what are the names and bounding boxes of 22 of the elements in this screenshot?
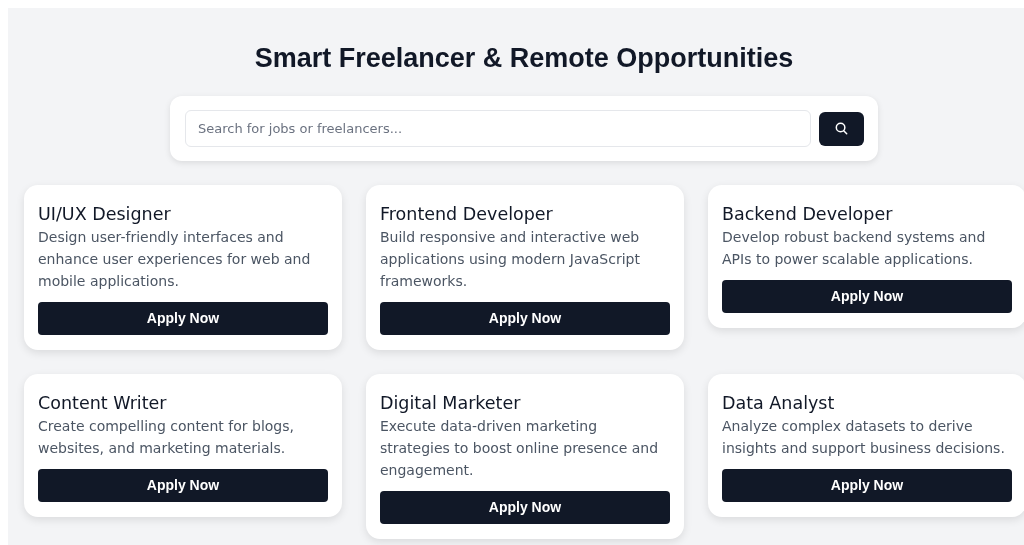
search-icon: [835, 122, 848, 135]
job-title: Content Writer: [38, 392, 168, 415]
job-title: UI/UX Designer: [38, 203, 172, 226]
job-description: Create compelling content for blogs, websites, and marketing materials.: [38, 417, 295, 458]
apply-button[interactable]: Apply Now: [38, 302, 328, 335]
apply-button[interactable]: Apply Now: [380, 491, 670, 524]
apply-button[interactable]: Apply Now: [722, 280, 1012, 313]
job-description: Design user-friendly interfaces and enhance user experiences for web and mobile applications.: [38, 228, 312, 291]
apply-button[interactable]: Apply Now: [722, 469, 1012, 502]
job-description: Develop robust backend systems and APIs to power scalable applications.: [722, 228, 987, 269]
job-title: Digital Marketer: [380, 392, 522, 415]
job-title: Frontend Developer: [380, 203, 554, 226]
job-title: Backend Developer: [722, 203, 894, 226]
job-title: Data Analyst: [722, 392, 836, 415]
job-description: Analyze complex datasets to derive insights and support business decisions.: [722, 417, 1006, 458]
search-button[interactable]: [819, 111, 864, 146]
page-title: Smart Freelancer & Remote Opportunities: [253, 42, 795, 75]
job-description: Build responsive and interactive web applications using modern JavaScript frameworks.: [380, 228, 641, 291]
job-description: Execute data-driven marketing strategies to boost online presence and engagement.: [380, 417, 660, 480]
apply-button[interactable]: Apply Now: [38, 469, 328, 502]
apply-button[interactable]: Apply Now: [380, 302, 670, 335]
search-field[interactable]: Search for jobs or freelancers...: [185, 110, 811, 147]
